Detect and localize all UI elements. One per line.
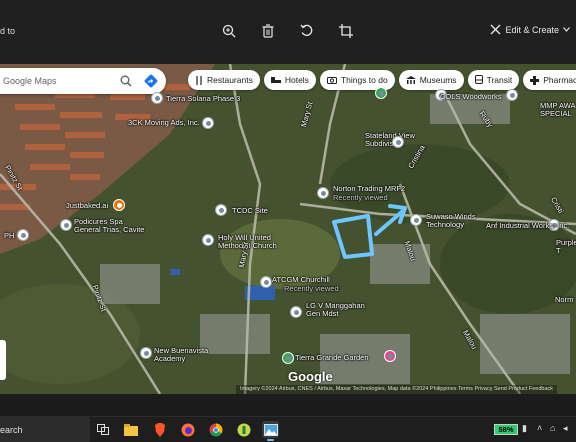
place-label: ATCGM Churchill <box>272 275 330 284</box>
edit-icon <box>491 24 501 35</box>
map-attribution: Imagery ©2024 Airbus, CNES / Airbus, Max… <box>236 385 558 394</box>
place-pin[interactable] <box>140 347 152 359</box>
place-pin[interactable] <box>506 89 518 101</box>
place-label: Norm <box>555 295 574 304</box>
volume-icon[interactable]: ◂ <box>563 423 568 434</box>
shopping-pin[interactable] <box>384 350 396 362</box>
place-pin[interactable] <box>392 136 404 148</box>
directions-icon[interactable] <box>144 74 158 88</box>
place-pin[interactable] <box>17 229 29 241</box>
app-icon[interactable] <box>235 421 252 438</box>
atcgm-pin[interactable] <box>260 276 272 288</box>
viewer-toolbar: d to Edit & Create <box>0 0 576 64</box>
chip-museums[interactable]: Museums <box>398 70 464 90</box>
chip-pharmacies[interactable]: Pharmacies <box>523 70 576 90</box>
chevron-up-icon[interactable]: ˄ <box>537 423 542 433</box>
taskbar: earch 58% ▮ ˄ ⌂ ◂ <box>0 416 576 442</box>
edit-create-button[interactable]: Edit & Create <box>490 24 570 35</box>
place-label: MMP AWA SPECIAL <box>540 101 576 118</box>
chip-hotels[interactable]: Hotels <box>263 70 316 90</box>
rotate-icon[interactable] <box>298 22 316 40</box>
brave-icon[interactable] <box>151 421 168 438</box>
place-pin[interactable] <box>410 214 422 226</box>
google-logo: Google <box>288 369 333 384</box>
hotel-icon <box>270 76 281 83</box>
edit-create-label: Edit & Create <box>505 24 559 35</box>
place-label: COLS Woodworks <box>440 92 502 101</box>
restaurant-icon <box>196 75 202 85</box>
place-pin[interactable] <box>60 219 72 231</box>
taskbar-search[interactable]: earch <box>0 417 90 442</box>
place-label: New Buenavista Academy <box>154 346 209 363</box>
place-label: Tierra Grande Garden <box>295 353 369 362</box>
restaurant-pin[interactable] <box>113 199 125 211</box>
norton-trading-pin[interactable] <box>317 187 329 199</box>
place-label: Podicures Spa General Trias, Cavite <box>74 217 145 234</box>
delete-icon[interactable] <box>259 22 277 40</box>
place-pin[interactable] <box>215 204 227 216</box>
search-input[interactable]: Google Maps <box>3 76 120 86</box>
chrome-icon[interactable] <box>207 421 224 438</box>
place-label: Anf Industrial Works, Inc. <box>486 221 570 230</box>
park-pin[interactable] <box>375 87 387 99</box>
window-title: d to <box>0 26 16 36</box>
transit-icon <box>474 75 483 84</box>
battery-indicator[interactable]: 58% <box>494 424 518 435</box>
battery-icon[interactable]: ▮ <box>522 423 527 434</box>
place-pin[interactable] <box>290 306 302 318</box>
place-label: Stateland View Subdivision <box>365 131 415 148</box>
file-explorer-icon[interactable] <box>122 421 139 438</box>
place-label: Justbaked.ai <box>66 201 109 210</box>
pharmacy-icon <box>530 75 540 85</box>
place-pin[interactable] <box>202 117 214 129</box>
museum-icon <box>405 75 416 84</box>
place-label: Purple T <box>556 238 576 255</box>
place-label: PH <box>4 231 15 240</box>
place-label: Norton Trading MRF2 <box>333 184 406 193</box>
place-label: Suwaso Winds Technology <box>426 212 476 229</box>
maps-search-box[interactable]: Google Maps <box>0 68 166 94</box>
photos-icon[interactable] <box>262 421 279 441</box>
chip-transit[interactable]: Transit <box>467 70 520 90</box>
recently-viewed-label: Recently viewed <box>333 193 388 202</box>
park-pin[interactable] <box>282 352 294 364</box>
place-pin[interactable] <box>151 92 163 104</box>
search-icon[interactable] <box>120 75 132 87</box>
place-label: Tierra Solana Phase 3 <box>166 94 241 103</box>
place-label: LG V Manggahan Gen Mdst <box>306 301 365 318</box>
recently-viewed-label: Recently viewed <box>284 284 339 293</box>
camera-icon <box>326 77 337 84</box>
zoom-in-icon[interactable] <box>220 22 238 40</box>
satellite-map-image[interactable]: Google Maps Restaurants Hotels Things to… <box>0 64 576 394</box>
task-view-icon[interactable] <box>94 421 111 438</box>
network-icon[interactable]: ⌂ <box>550 423 555 433</box>
chip-restaurants[interactable]: Restaurants <box>188 70 260 90</box>
map-side-control[interactable] <box>0 340 6 380</box>
crop-icon[interactable] <box>337 22 355 40</box>
chevron-down-icon <box>563 27 570 32</box>
firefox-icon[interactable] <box>179 421 196 438</box>
place-label: TCDC Site <box>232 206 268 215</box>
place-label: 3CK Moving Ads, Inc. <box>128 118 200 127</box>
church-pin[interactable] <box>202 234 214 246</box>
